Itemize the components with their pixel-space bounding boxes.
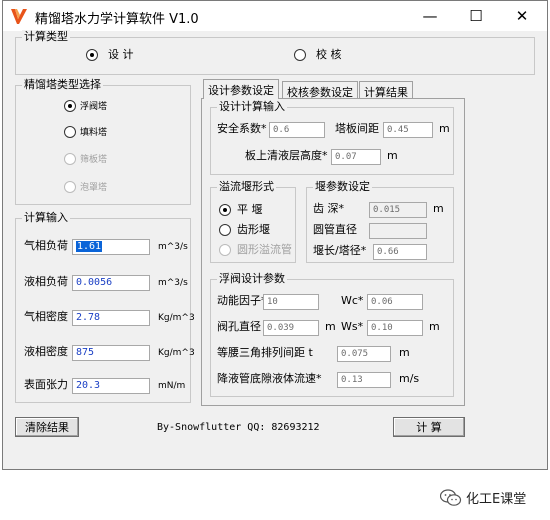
downcomer-speed-input[interactable]: 0.13: [337, 372, 391, 388]
gas-load-unit: m^3/s: [158, 242, 188, 252]
spacing-input[interactable]: 0.45: [383, 122, 433, 138]
weir-type-legend: 溢流堰形式: [217, 180, 276, 194]
calc-input-legend: 计算输入: [22, 211, 70, 225]
calculate-button[interactable]: 计 算: [393, 417, 465, 437]
app-window: 精馏塔水力学计算软件 V1.0 — ☐ ✕ 计算类型 设 计 校 核 精馏塔类型…: [2, 0, 548, 470]
spacing-unit: m: [439, 122, 450, 135]
calc-type-group: 计算类型 设 计 校 核: [15, 30, 535, 75]
safety-label: 安全系数*: [217, 122, 267, 135]
weir-label-flat: 平 堰: [237, 203, 263, 216]
weir-label-serrated: 齿形堰: [237, 223, 270, 236]
tray-label-bubble: 泡罩塔: [80, 183, 108, 193]
watermark-text: 化工E课堂: [466, 492, 527, 507]
pitch-input[interactable]: 0.075: [337, 346, 391, 362]
wc-input[interactable]: 0.06: [367, 294, 423, 310]
valve-params-group: 浮阀设计参数 动能因子* 10 Wc* 0.06 阀孔直径 0.039 m Ws…: [210, 272, 454, 397]
liquid-density-unit: Kg/m^3: [158, 348, 195, 358]
calc-type-legend: 计算类型: [22, 30, 70, 44]
pipe-diameter-input[interactable]: [369, 223, 427, 239]
minimize-button[interactable]: —: [407, 1, 453, 31]
gas-load-input[interactable]: 1.61: [72, 239, 150, 255]
surface-tension-input[interactable]: 20.3: [72, 378, 150, 394]
gas-density-label: 气相密度: [24, 310, 68, 323]
tab-panel: 设计计算输入 安全系数* 0.6 塔板间距 0.45 m 板上清液层高度* 0.…: [201, 98, 465, 406]
gas-density-unit: Kg/m^3: [158, 313, 195, 323]
liquid-density-input[interactable]: 875: [72, 345, 150, 361]
hole-diameter-input[interactable]: 0.039: [263, 320, 319, 336]
liquid-load-label: 液相负荷: [24, 275, 68, 288]
wechat-icon: [440, 488, 462, 506]
gas-density-input[interactable]: 2.78: [72, 310, 150, 326]
downcomer-speed-label: 降液管底隙液体流速*: [217, 372, 322, 385]
close-icon: ✕: [515, 7, 529, 25]
design-radio[interactable]: [86, 49, 98, 61]
weir-ratio-input[interactable]: 0.66: [373, 244, 427, 260]
calc-input-group: 计算输入 气相负荷 1.61 m^3/s 液相负荷 0.0056 m^3/s 气…: [15, 211, 195, 403]
weir-params-legend: 堰参数设定: [313, 180, 372, 194]
tab-check-params[interactable]: 校核参数设定: [282, 81, 358, 99]
liquid-density-label: 液相密度: [24, 345, 68, 358]
ws-unit: m: [429, 320, 440, 333]
kinetic-factor-input[interactable]: 10: [263, 294, 319, 310]
weir-ratio-label: 堰长/塔径*: [313, 244, 367, 257]
valve-params-legend: 浮阀设计参数: [217, 272, 287, 286]
weir-radio-pipe: [219, 244, 231, 256]
tray-label-sieve: 筛板塔: [80, 155, 108, 165]
surface-tension-label: 表面张力: [24, 378, 68, 391]
serration-depth-input[interactable]: 0.015: [369, 202, 427, 218]
pitch-unit: m: [399, 346, 410, 359]
tray-type-group: 精馏塔类型选择 浮阀塔 填料塔 筛板塔 泡罩塔: [15, 78, 191, 205]
hole-diameter-unit: m: [325, 320, 336, 333]
background-window-text: [0, 504, 440, 518]
safety-input[interactable]: 0.6: [269, 122, 325, 138]
author-credit: By-Snowflutter QQ: 82693212: [157, 422, 320, 433]
pipe-diameter-label: 圆管直径: [313, 223, 357, 236]
ws-label: Ws*: [341, 320, 364, 333]
tray-radio-sieve: [64, 153, 76, 165]
kinetic-factor-label: 动能因子*: [217, 294, 267, 307]
clear-results-button[interactable]: 清除结果: [15, 417, 79, 437]
clear-liquid-input[interactable]: 0.07: [331, 149, 381, 165]
design-input-group: 设计计算输入 安全系数* 0.6 塔板间距 0.45 m 板上清液层高度* 0.…: [210, 100, 454, 175]
minimize-icon: —: [422, 7, 438, 25]
serration-depth-unit: m: [433, 202, 444, 215]
title-bar[interactable]: 精馏塔水力学计算软件 V1.0 — ☐ ✕: [3, 1, 547, 31]
close-button[interactable]: ✕: [499, 1, 545, 31]
check-radio[interactable]: [294, 49, 306, 61]
weir-radio-flat[interactable]: [219, 204, 231, 216]
weir-type-group: 溢流堰形式 平 堰 齿形堰 圆形溢流管: [210, 180, 296, 263]
design-label: 设 计: [108, 48, 134, 61]
tray-radio-valve[interactable]: [64, 100, 76, 112]
watermark: 化工E课堂: [440, 488, 526, 507]
tray-radio-bubble: [64, 181, 76, 193]
check-label: 校 核: [316, 48, 342, 61]
weir-params-group: 堰参数设定 齿 深* 0.015 m 圆管直径 堰长/塔径* 0.66: [306, 180, 454, 263]
tab-results[interactable]: 计算结果: [359, 81, 413, 99]
spacing-label: 塔板间距: [335, 122, 379, 135]
maximize-icon: ☐: [469, 7, 483, 25]
tray-type-legend: 精馏塔类型选择: [22, 78, 103, 92]
serration-depth-label: 齿 深*: [313, 202, 344, 215]
tab-design-params[interactable]: 设计参数设定: [203, 79, 279, 99]
gas-load-label: 气相负荷: [24, 239, 68, 252]
window-title: 精馏塔水力学计算软件 V1.0: [35, 12, 199, 27]
liquid-load-input[interactable]: 0.0056: [72, 275, 150, 291]
weir-radio-serrated[interactable]: [219, 224, 231, 236]
design-input-legend: 设计计算输入: [217, 100, 287, 114]
clear-liquid-unit: m: [387, 149, 398, 162]
liquid-load-unit: m^3/s: [158, 278, 188, 288]
tray-label-packed: 填料塔: [80, 128, 108, 138]
app-logo-icon: [11, 9, 27, 24]
clear-liquid-label: 板上清液层高度*: [245, 149, 328, 162]
downcomer-speed-unit: m/s: [399, 372, 420, 385]
hole-diameter-label: 阀孔直径: [217, 320, 261, 333]
ws-input[interactable]: 0.10: [367, 320, 423, 336]
weir-label-pipe: 圆形溢流管: [237, 243, 292, 256]
surface-tension-unit: mN/m: [158, 381, 186, 391]
maximize-button[interactable]: ☐: [453, 1, 499, 31]
wc-label: Wc*: [341, 294, 364, 307]
pitch-label: 等腰三角排列间距 t: [217, 346, 313, 359]
tray-radio-packed[interactable]: [64, 126, 76, 138]
tray-label-valve: 浮阀塔: [80, 102, 108, 112]
